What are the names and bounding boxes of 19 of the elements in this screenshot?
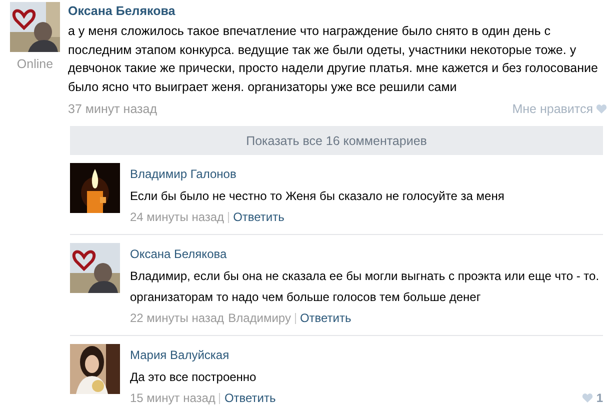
post-time: 37 минут назад (68, 102, 157, 116)
heart-icon (582, 393, 594, 403)
author-name[interactable]: Оксана Белякова (130, 247, 603, 261)
comment-time: 15 минут назад (130, 391, 216, 405)
post-text: а у меня сложилось такое впечатление что награждение было снято в один день с последним этапом конкурса. ведущие так же были одеты, участники некоторые тоже. у девчонок такие же прически, просто надели другие платья. мне кажется и без голосование было ясно что выиграет женя. организаторы уже все решили сами (68, 23, 599, 96)
show-all-comments-button[interactable]: Показать все 16 комментариев (70, 126, 603, 155)
author-name[interactable]: Оксана Белякова (68, 4, 614, 18)
reply-link[interactable]: Ответить (300, 311, 352, 325)
author-name[interactable]: Мария Валуйская (130, 348, 603, 362)
reply-link[interactable]: Ответить (224, 391, 276, 405)
heart-icon (596, 104, 607, 114)
online-status: Online (16, 57, 54, 71)
comment-time: 22 минуты назад (130, 311, 224, 325)
comment-time: 24 минуты назад (130, 210, 224, 224)
reply-link[interactable]: Ответить (233, 210, 284, 224)
comment-text: Да это все построенно (130, 369, 258, 386)
comment-text: Владимир, если бы она не сказала ее бы могли выгнать с проэкта или еще что - то. организаторам то надо чем больше голосов тем больше денег (130, 268, 600, 306)
comment-text: Если бы было не честно то Женя бы сказало не голосуйте за меня (130, 188, 506, 205)
author-name[interactable]: Владимир Галонов (130, 167, 603, 181)
